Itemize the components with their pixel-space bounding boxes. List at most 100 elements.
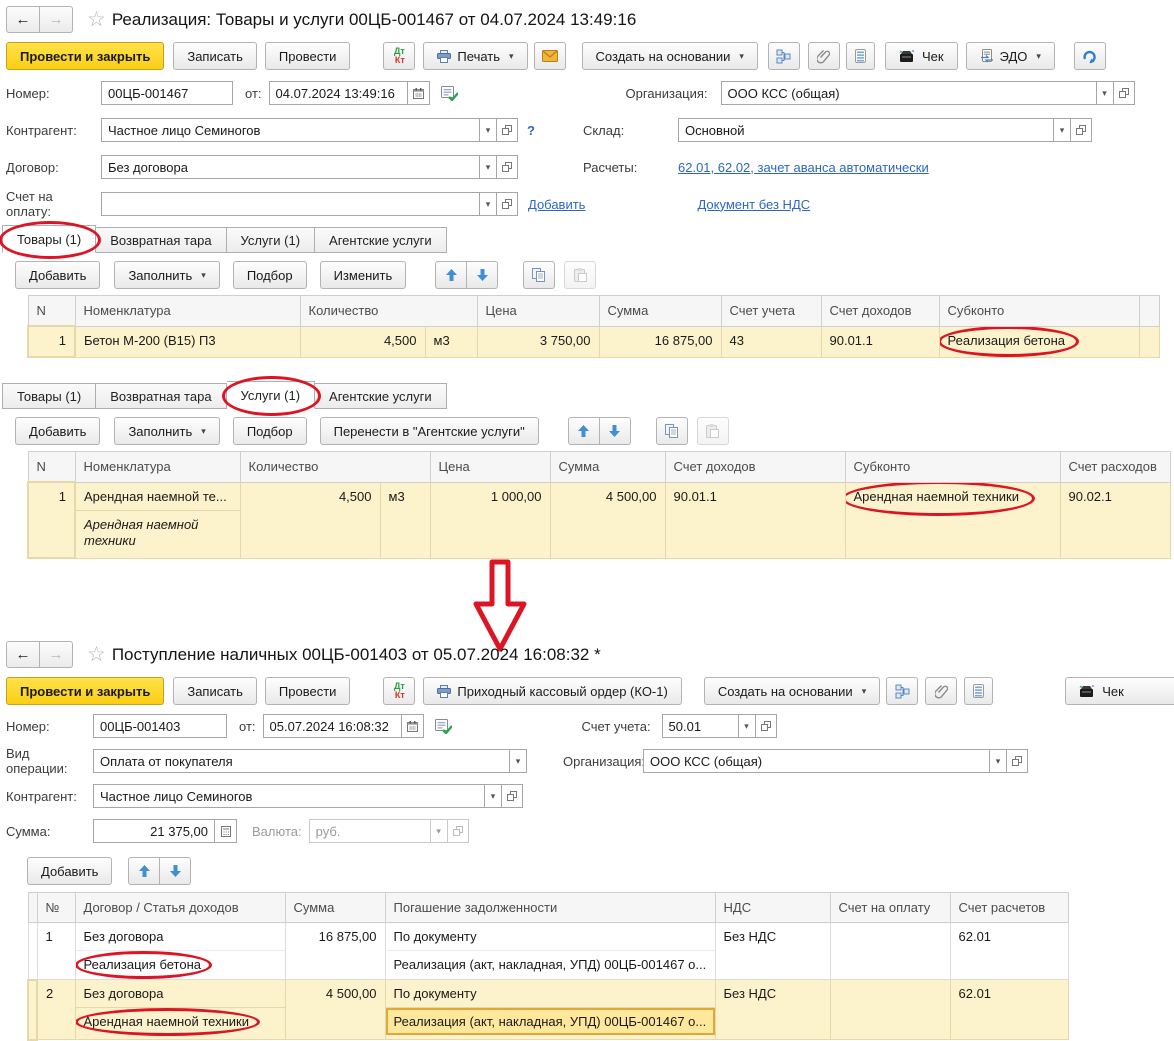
account-open-button[interactable] xyxy=(756,714,777,738)
services-fill-button[interactable]: Заполнить▾ xyxy=(114,417,219,445)
price-cell[interactable]: 1 000,00 xyxy=(430,482,550,558)
create-based-on-button[interactable]: Создать на основании▾ xyxy=(582,42,758,70)
vat-cell[interactable]: Без НДС xyxy=(715,923,830,980)
account-cell[interactable]: 43 xyxy=(721,326,821,357)
sum-cell[interactable]: 4 500,00 xyxy=(285,980,385,1040)
nomenclature-cell[interactable]: Бетон М-200 (В15) П3 xyxy=(75,326,300,357)
goods-row[interactable]: 1 Бетон М-200 (В15) П3 4,500 м3 3 750,00… xyxy=(28,326,1159,357)
contract-field[interactable]: Без договора ▾ xyxy=(101,155,518,179)
attachments-button[interactable] xyxy=(925,677,957,705)
settlement-cell[interactable]: 62.01 xyxy=(950,980,1068,1040)
move-up-button[interactable] xyxy=(435,261,467,289)
date-field[interactable]: 04.07.2024 13:49:16 xyxy=(269,81,430,105)
paste-rows-button[interactable] xyxy=(564,261,596,289)
col-income-account[interactable]: Счет доходов xyxy=(821,296,939,327)
organization-open-button[interactable] xyxy=(1007,749,1028,773)
contract-cell[interactable]: Без договора Арендная наемной техники xyxy=(75,980,285,1040)
services-pick-button[interactable]: Подбор xyxy=(233,417,307,445)
document-value-focused[interactable]: Реализация (акт, накладная, УПД) 00ЦБ-00… xyxy=(386,1008,715,1035)
sum-cell[interactable]: 16 875,00 xyxy=(285,923,385,980)
operation-type-field[interactable]: Оплата от покупателя ▾ xyxy=(93,749,527,773)
tab-agency-services-2[interactable]: Агентские услуги xyxy=(315,383,447,409)
col-n[interactable]: N xyxy=(28,296,75,327)
save-button[interactable]: Записать xyxy=(173,677,257,705)
settlements-link[interactable]: 62.01, 62.02, зачет аванса автоматически xyxy=(678,160,929,175)
back-button[interactable]: ← xyxy=(6,6,40,33)
quantity-cell[interactable]: 4,500 xyxy=(300,326,425,357)
goods-fill-button[interactable]: Заполнить▾ xyxy=(114,261,219,289)
save-button[interactable]: Записать xyxy=(173,42,257,70)
col-n[interactable]: № xyxy=(37,893,75,923)
notes-button[interactable] xyxy=(964,677,993,705)
tab-goods[interactable]: Товары (1) xyxy=(2,225,96,253)
tab-services[interactable]: Услуги (1) xyxy=(227,227,315,253)
warehouse-field[interactable]: Основной ▾ xyxy=(678,118,1092,142)
services-add-button[interactable]: Добавить xyxy=(15,417,100,445)
number-field[interactable]: 00ЦБ-001403 xyxy=(93,714,227,738)
favorite-star-icon[interactable]: ☆ xyxy=(87,642,106,667)
move-down-button[interactable] xyxy=(160,857,191,885)
copy-rows-button[interactable] xyxy=(656,417,688,445)
attachments-button[interactable] xyxy=(808,42,840,70)
price-cell[interactable]: 3 750,00 xyxy=(477,326,599,357)
print-button[interactable]: Печать▾ xyxy=(423,42,527,70)
receipt-button[interactable]: Чек xyxy=(885,42,958,70)
help-icon[interactable]: ? xyxy=(527,123,535,138)
col-nomenclature[interactable]: Номенклатура xyxy=(75,296,300,327)
col-income-account[interactable]: Счет доходов xyxy=(665,452,845,483)
row-number-cell[interactable]: 1 xyxy=(28,326,75,357)
sum-cell[interactable]: 4 500,00 xyxy=(550,482,665,558)
col-sum[interactable]: Сумма xyxy=(599,296,721,327)
favorite-star-icon[interactable]: ☆ xyxy=(87,7,106,32)
nomenclature-cell[interactable]: Арендная наемной те... Арендная наемной … xyxy=(75,482,240,558)
col-settlement[interactable]: Счет расчетов xyxy=(950,893,1068,923)
document-state-icon[interactable] xyxy=(435,719,452,734)
back-button[interactable]: ← xyxy=(6,641,40,668)
row-number-cell[interactable]: 1 xyxy=(28,482,75,558)
move-up-button[interactable] xyxy=(568,417,600,445)
quantity-cell[interactable]: 4,500 xyxy=(240,482,380,558)
copy-rows-button[interactable] xyxy=(523,261,555,289)
operation-dropdown-button[interactable]: ▾ xyxy=(510,749,527,773)
counterparty-field[interactable]: Частное лицо Семиногов ▾ xyxy=(93,784,523,808)
col-sum[interactable]: Сумма xyxy=(285,893,385,923)
settlement-cell[interactable]: 62.01 xyxy=(950,923,1068,980)
col-quantity[interactable]: Количество xyxy=(240,452,430,483)
payment-row-1[interactable]: 1 Без договора Реализация бетона 16 875,… xyxy=(28,923,1068,980)
counterparty-dropdown-button[interactable]: ▾ xyxy=(480,118,497,142)
amount-field[interactable]: 21 375,00 xyxy=(93,819,237,843)
contract-dropdown-button[interactable]: ▾ xyxy=(480,155,497,179)
repayment-cell[interactable]: По документу Реализация (акт, накладная,… xyxy=(385,923,715,980)
post-and-close-button[interactable]: Провести и закрыть xyxy=(6,42,164,70)
col-n[interactable]: N xyxy=(28,452,75,483)
move-to-agency-button[interactable]: Перенести в "Агентские услуги" xyxy=(320,417,539,445)
vat-cell[interactable]: Без НДС xyxy=(715,980,830,1040)
col-subconto[interactable]: Субконто xyxy=(939,296,1139,327)
tab-agency-services[interactable]: Агентские услуги xyxy=(315,227,447,253)
income-account-cell[interactable]: 90.01.1 xyxy=(821,326,939,357)
warehouse-dropdown-button[interactable]: ▾ xyxy=(1054,118,1071,142)
account-field[interactable]: 50.01 ▾ xyxy=(662,714,777,738)
mail-button[interactable] xyxy=(534,42,566,70)
contract-open-button[interactable] xyxy=(497,155,518,179)
forward-button[interactable]: → xyxy=(40,641,73,668)
list-add-button[interactable]: Добавить xyxy=(27,857,112,885)
vat-document-link[interactable]: Документ без НДС xyxy=(697,197,810,212)
number-field[interactable]: 00ЦБ-001467 xyxy=(101,81,233,105)
payment-row-2[interactable]: 2 Без договора Арендная наемной техники … xyxy=(28,980,1068,1040)
counterparty-open-button[interactable] xyxy=(502,784,523,808)
repayment-cell[interactable]: По документу Реализация (акт, накладная,… xyxy=(385,980,715,1040)
related-documents-button[interactable] xyxy=(886,677,918,705)
income-account-cell[interactable]: 90.01.1 xyxy=(665,482,845,558)
col-vat[interactable]: НДС xyxy=(715,893,830,923)
unit-cell[interactable]: м3 xyxy=(425,326,477,357)
post-and-close-button[interactable]: Провести и закрыть xyxy=(6,677,164,705)
organization-dropdown-button[interactable]: ▾ xyxy=(1097,81,1114,105)
col-repayment[interactable]: Погашение задолженности xyxy=(385,893,715,923)
services-row[interactable]: 1 Арендная наемной те... Арендная наемно… xyxy=(28,482,1170,558)
warehouse-open-button[interactable] xyxy=(1071,118,1092,142)
expense-account-cell[interactable]: 90.02.1 xyxy=(1060,482,1170,558)
col-price[interactable]: Цена xyxy=(477,296,599,327)
sum-cell[interactable]: 16 875,00 xyxy=(599,326,721,357)
goods-pick-button[interactable]: Подбор xyxy=(233,261,307,289)
